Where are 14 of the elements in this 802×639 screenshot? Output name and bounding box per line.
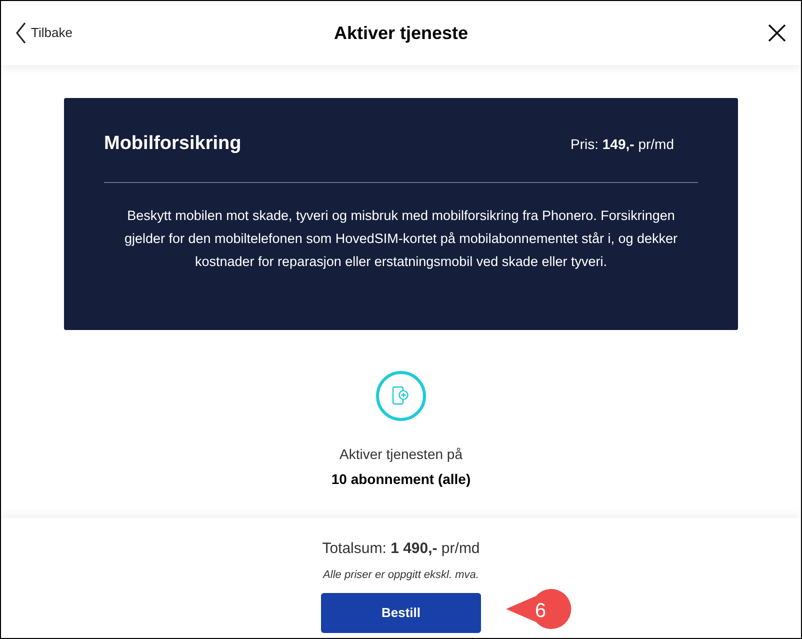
order-button[interactable]: Bestill: [321, 593, 481, 633]
product-price: Pris: 149,- pr/md: [570, 134, 674, 154]
subscription-count: 10 abonnement (alle): [331, 470, 471, 489]
product-name: Mobilforsikring: [104, 132, 242, 156]
window-title: Aktiver tjeneste: [334, 22, 468, 45]
step-number: 6: [535, 599, 546, 624]
phone-plus-icon: [376, 371, 426, 421]
close-button[interactable]: [767, 23, 787, 43]
total-sum: Totalsum: 1 490,- pr/md: [322, 539, 480, 559]
product-description: Beskytt mobilen mot skade, tyveri og misbruk med mobilforsikring fra Phonero. Forsikringen gjelder for den mobiltelefonen som HovedSIM-kortet på mobilabonnementet står i, og dekker kostnader for reparasjon eller erstatningsmobil ved skade eller tyveri.: [123, 206, 679, 271]
back-link[interactable]: Tilbake: [15, 22, 135, 44]
chevron-left-icon: [15, 22, 27, 44]
activation-label: Aktiver tjenesten på: [340, 445, 462, 464]
vat-note: Alle priser er oppgitt ekskl. mva.: [323, 568, 479, 582]
